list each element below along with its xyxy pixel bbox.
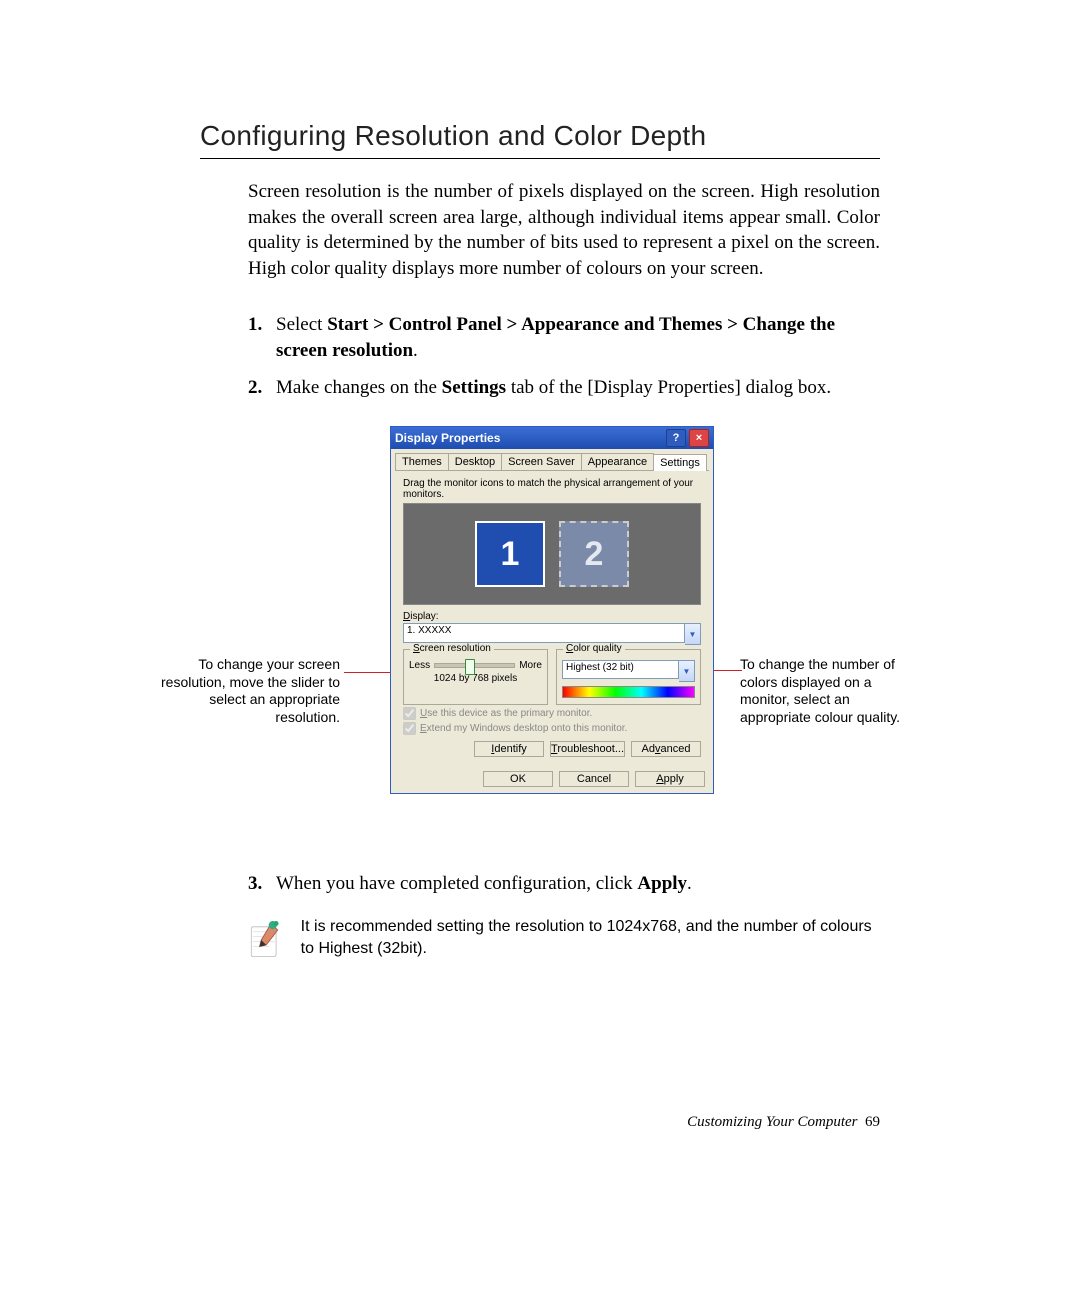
- resolution-value: 1024 by 768 pixels: [409, 673, 542, 684]
- step-1: 1. Select Start > Control Panel > Appear…: [248, 312, 880, 365]
- display-value: 1. XXXXX: [403, 623, 685, 643]
- dialog-title: Display Properties: [395, 431, 663, 445]
- slider-thumb-icon[interactable]: [465, 659, 475, 675]
- screen-resolution-group: Screen resolution Less More 1024 by 768 …: [403, 649, 548, 705]
- intro-paragraph: Screen resolution is the number of pixel…: [248, 179, 880, 282]
- chevron-down-icon[interactable]: ▼: [679, 660, 695, 682]
- tab-themes[interactable]: Themes: [395, 453, 449, 470]
- page-heading: Configuring Resolution and Color Depth: [200, 120, 880, 159]
- arrange-instruction: Drag the monitor icons to match the phys…: [403, 478, 701, 500]
- tab-row: Themes Desktop Screen Saver Appearance S…: [391, 449, 713, 470]
- group-title: Screen resolution: [410, 643, 494, 654]
- callout-left: To change your screen resolution, move t…: [160, 656, 340, 726]
- display-dropdown[interactable]: 1. XXXXX ▼: [403, 623, 701, 645]
- inner-button-row: Identify Troubleshoot... Advanced: [403, 741, 701, 757]
- tab-name: Settings: [442, 377, 506, 398]
- footer-page: 69: [865, 1114, 880, 1130]
- text: tab of the [Display Properties] dialog b…: [506, 377, 831, 398]
- checkbox-label: Extend my Windows desktop onto this moni…: [420, 723, 627, 734]
- step-2: 2. Make changes on the Settings tab of t…: [248, 375, 880, 402]
- step-number: 3.: [248, 871, 276, 898]
- text: When you have completed configuration, c…: [276, 873, 637, 894]
- step-3: 3. When you have completed configuration…: [248, 871, 880, 898]
- titlebar[interactable]: Display Properties ? ×: [391, 427, 713, 449]
- checkbox-label: Use this device as the primary monitor.: [420, 708, 592, 719]
- group-title: Color quality: [563, 643, 625, 654]
- apply-button[interactable]: Apply: [635, 771, 705, 787]
- step-body: Make changes on the Settings tab of the …: [276, 375, 880, 402]
- figure-display-properties: To change your screen resolution, move t…: [200, 426, 880, 846]
- monitor-arrangement[interactable]: 1 2: [403, 503, 701, 605]
- step-list: 1. Select Start > Control Panel > Appear…: [248, 312, 880, 402]
- dialog-button-row: OK Cancel Apply: [391, 765, 713, 793]
- info-note: It is recommended setting the resolution…: [248, 916, 880, 964]
- help-button[interactable]: ?: [666, 429, 686, 447]
- color-spectrum-icon: [562, 686, 695, 698]
- tab-appearance[interactable]: Appearance: [581, 453, 654, 470]
- display-properties-dialog: Display Properties ? × Themes Desktop Sc…: [390, 426, 714, 794]
- text: .: [413, 340, 418, 361]
- callout-right: To change the number of colors displayed…: [740, 656, 920, 726]
- slider-more-label: More: [519, 660, 542, 671]
- cancel-button[interactable]: Cancel: [559, 771, 629, 787]
- step-number: 1.: [248, 312, 276, 365]
- page-footer: Customizing Your Computer 69: [687, 1114, 880, 1131]
- footer-section: Customizing Your Computer: [687, 1114, 857, 1130]
- text: Make changes on the: [276, 377, 442, 398]
- quality-value: Highest (32 bit): [562, 660, 679, 679]
- step-body: When you have completed configuration, c…: [276, 871, 880, 898]
- step-list-continued: 3. When you have completed configuration…: [248, 871, 880, 898]
- resolution-slider[interactable]: [434, 663, 515, 668]
- resolution-slider-row: Less More: [409, 660, 542, 671]
- tab-desktop[interactable]: Desktop: [448, 453, 502, 470]
- tab-screensaver[interactable]: Screen Saver: [501, 453, 582, 470]
- monitor-2-icon[interactable]: 2: [559, 521, 629, 587]
- identify-button[interactable]: Identify: [474, 741, 544, 757]
- checkbox-icon: [403, 722, 416, 735]
- tab-settings[interactable]: Settings: [653, 454, 707, 471]
- checkbox-icon: [403, 707, 416, 720]
- text: Select: [276, 314, 327, 335]
- primary-monitor-checkbox: Use this device as the primary monitor.: [403, 707, 701, 720]
- nav-path: Start > Control Panel > Appearance and T…: [276, 314, 835, 362]
- color-quality-group: Color quality Highest (32 bit) ▼: [556, 649, 701, 705]
- button-name: Apply: [637, 873, 687, 894]
- step-number: 2.: [248, 375, 276, 402]
- troubleshoot-button[interactable]: Troubleshoot...: [550, 741, 625, 757]
- ok-button[interactable]: OK: [483, 771, 553, 787]
- close-button[interactable]: ×: [689, 429, 709, 447]
- step-body: Select Start > Control Panel > Appearanc…: [276, 312, 880, 365]
- color-quality-dropdown[interactable]: Highest (32 bit) ▼: [562, 660, 695, 682]
- monitor-1-icon[interactable]: 1: [475, 521, 545, 587]
- chevron-down-icon[interactable]: ▼: [685, 623, 701, 645]
- notepad-icon: [248, 916, 283, 964]
- settings-panel: Drag the monitor icons to match the phys…: [395, 470, 709, 765]
- text: .: [687, 873, 692, 894]
- slider-less-label: Less: [409, 660, 430, 671]
- note-text: It is recommended setting the resolution…: [301, 916, 880, 959]
- extend-desktop-checkbox: Extend my Windows desktop onto this moni…: [403, 722, 701, 735]
- display-label: Display:: [403, 611, 701, 622]
- advanced-button[interactable]: Advanced: [631, 741, 701, 757]
